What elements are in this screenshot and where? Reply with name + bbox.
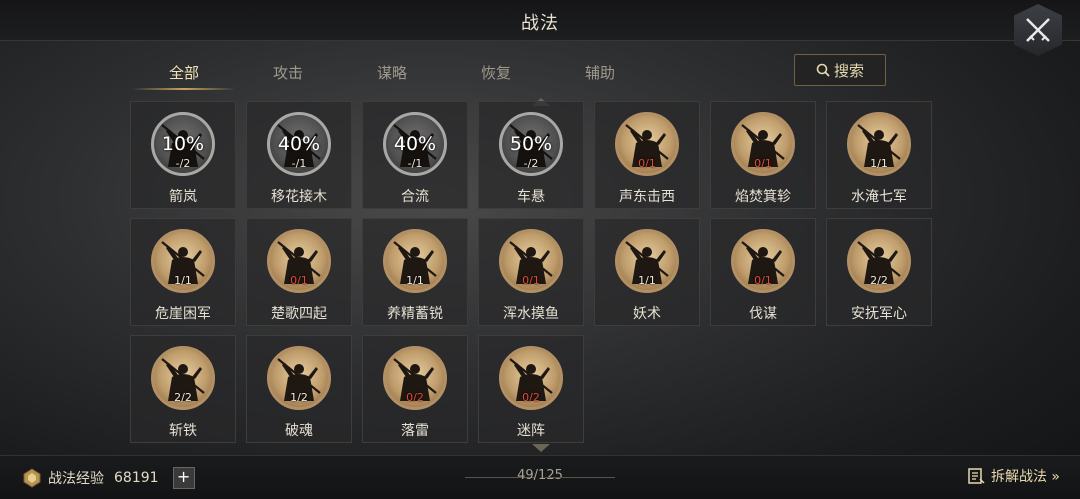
search-icon	[816, 63, 830, 77]
skill-name: 移花接木	[271, 189, 327, 205]
skill-count: 0/2	[406, 391, 424, 404]
bottom-bar: 战法经验 68191 + 49/125 拆解战法 »	[0, 455, 1080, 499]
skill-name: 车悬	[517, 189, 545, 205]
skill-count: 2/2	[870, 274, 888, 287]
skill-card[interactable]: 50% -/2 车悬	[478, 101, 584, 209]
skill-card[interactable]: 0/2 迷阵	[478, 335, 584, 443]
skill-name: 伐谋	[749, 306, 777, 322]
skill-progress: 10%	[161, 133, 205, 155]
skill-medal: 0/1	[499, 229, 563, 293]
skill-name: 落雷	[401, 423, 429, 439]
tab-attack[interactable]: 攻击	[236, 62, 340, 83]
skill-count: -/2	[523, 157, 539, 170]
skill-count: 1/2	[290, 391, 308, 404]
skill-medal: 10% -/2	[151, 112, 215, 176]
skill-card[interactable]: 40% -/1 合流	[362, 101, 468, 209]
skill-medal: 2/2	[151, 346, 215, 410]
skill-count: 1/1	[406, 274, 424, 287]
skill-medal: 1/1	[151, 229, 215, 293]
skill-name: 合流	[401, 189, 429, 205]
skill-count: 0/1	[290, 274, 308, 287]
skill-medal: 1/1	[847, 112, 911, 176]
skill-name: 箭岚	[169, 189, 197, 205]
skill-medal: 1/2	[267, 346, 331, 410]
skill-card[interactable]: 1/1 养精蓄锐	[362, 218, 468, 326]
skill-card[interactable]: 0/2 落雷	[362, 335, 468, 443]
skill-medal: 2/2	[847, 229, 911, 293]
skill-card[interactable]: 0/1 浑水摸鱼	[478, 218, 584, 326]
skill-card[interactable]: 1/1 水淹七军	[826, 101, 932, 209]
skill-count: 0/1	[754, 157, 772, 170]
skill-count: 1/1	[174, 274, 192, 287]
skill-medal: 0/2	[499, 346, 563, 410]
skill-card[interactable]: 40% -/1 移花接木	[246, 101, 352, 209]
divider	[545, 477, 615, 478]
scroll-down-icon	[532, 444, 550, 452]
skill-medal: 1/1	[383, 229, 447, 293]
crossed-swords-icon	[1026, 18, 1050, 42]
skill-card[interactable]: 0/1 声东击西	[594, 101, 700, 209]
skill-card[interactable]: 1/1 危崖困军	[130, 218, 236, 326]
skill-count: -/1	[407, 157, 423, 170]
skill-medal: 0/1	[267, 229, 331, 293]
skill-count: 1/1	[638, 274, 656, 287]
skill-count: -/2	[175, 157, 191, 170]
search-label: 搜索	[833, 61, 864, 80]
tab-assist[interactable]: 辅助	[548, 62, 652, 83]
skill-card[interactable]: 0/1 焰焚箕轸	[710, 101, 816, 209]
skill-medal: 40% -/1	[383, 112, 447, 176]
decompose-button[interactable]: 拆解战法 »	[967, 466, 1060, 486]
tab-recovery[interactable]: 恢复	[444, 62, 548, 83]
skill-count: -/1	[291, 157, 307, 170]
skill-name: 声东击西	[619, 189, 675, 205]
skill-medal: 40% -/1	[267, 112, 331, 176]
skill-count: 0/1	[754, 274, 772, 287]
skill-count: 0/1	[522, 274, 540, 287]
page-count: 49/125	[517, 468, 563, 483]
skill-name: 危崖困军	[155, 306, 211, 322]
skill-medal: 0/2	[383, 346, 447, 410]
skill-progress: 40%	[393, 133, 437, 155]
skill-count: 0/1	[638, 157, 656, 170]
skill-name: 养精蓄锐	[387, 306, 443, 322]
skill-grid: 10% -/2 箭岚 40% -/1 移花接木 40% -/1 合流 50% -/2 车悬 0/1 声东击…	[130, 101, 940, 446]
skill-card[interactable]: 2/2 斩铁	[130, 335, 236, 443]
skill-name: 楚歌四起	[271, 306, 327, 322]
skill-count: 2/2	[174, 391, 192, 404]
skill-card[interactable]: 10% -/2 箭岚	[130, 101, 236, 209]
skill-name: 斩铁	[169, 423, 197, 439]
skill-card[interactable]: 0/1 楚歌四起	[246, 218, 352, 326]
skill-progress: 50%	[509, 133, 553, 155]
skill-medal: 1/1	[615, 229, 679, 293]
top-bar: 战法	[0, 0, 1080, 56]
active-tab-underline	[132, 88, 236, 90]
skill-name: 迷阵	[517, 423, 545, 439]
skill-name: 安抚军心	[851, 306, 907, 322]
skill-name: 浑水摸鱼	[503, 306, 559, 322]
list-icon	[968, 468, 985, 484]
skill-medal: 0/1	[615, 112, 679, 176]
skill-name: 水淹七军	[851, 189, 907, 205]
skill-card[interactable]: 1/1 妖术	[594, 218, 700, 326]
skill-medal: 0/1	[731, 112, 795, 176]
skill-medal: 0/1	[731, 229, 795, 293]
skill-name: 妖术	[633, 306, 661, 322]
skill-name: 破魂	[285, 423, 313, 439]
tab-all[interactable]: 全部	[132, 62, 236, 83]
skill-progress: 40%	[277, 133, 321, 155]
tab-strategy[interactable]: 谋略	[340, 62, 444, 83]
search-button[interactable]: 搜索	[794, 54, 886, 86]
decompose-label: 拆解战法 »	[990, 469, 1060, 485]
skill-card[interactable]: 1/2 破魂	[246, 335, 352, 443]
skill-count: 0/2	[522, 391, 540, 404]
skill-name: 焰焚箕轸	[735, 189, 791, 205]
skill-count: 1/1	[870, 157, 888, 170]
skill-medal: 50% -/2	[499, 112, 563, 176]
skill-card[interactable]: 2/2 安抚军心	[826, 218, 932, 326]
page-title: 战法	[521, 13, 559, 34]
skill-card[interactable]: 0/1 伐谋	[710, 218, 816, 326]
